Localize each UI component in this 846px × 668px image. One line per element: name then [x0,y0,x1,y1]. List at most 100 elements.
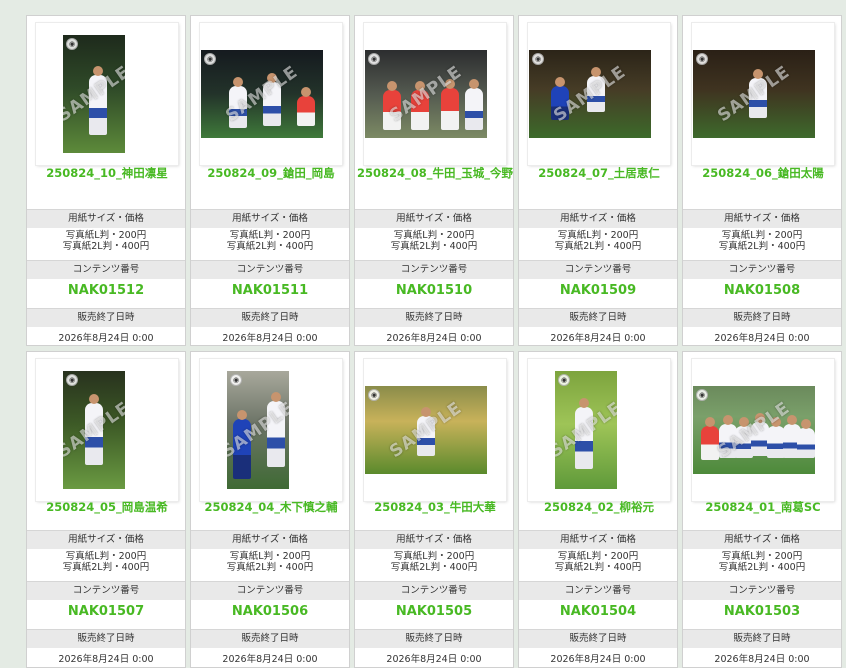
player-figure [465,79,483,130]
size-price-label: 用紙サイズ・価格 [519,530,677,549]
price-list: 写真紙L判・200円 写真紙2L判・400円 [355,230,513,252]
price-l: 写真紙L判・200円 [229,230,311,241]
price-2l: 写真紙2L判・400円 [718,562,806,573]
product-title[interactable]: 250824_06_鎗田太陽 [683,166,843,181]
product-thumbnail[interactable]: ◉ SAMPLE [692,23,834,165]
price-l: 写真紙L判・200円 [721,551,803,562]
content-number-label: コンテンツ番号 [519,581,677,600]
content-number-label: コンテンツ番号 [683,581,841,600]
content-number: NAK01505 [395,604,473,619]
product-title[interactable]: 250824_10_神田凛星 [27,166,187,181]
product-thumbnail[interactable]: ◉ SAMPLE [36,23,178,165]
product-thumbnail[interactable]: ◉ SAMPLE [528,23,670,165]
sales-end-datetime: 2026年8月24日 0:00 [714,333,810,344]
product-title[interactable]: 250824_05_岡島温希 [27,500,187,515]
price-list: 写真紙L判・200円 写真紙2L判・400円 [683,551,841,573]
product-thumbnail[interactable]: ◉ SAMPLE [364,359,506,501]
product-title[interactable]: 250824_04_木下慎之輔 [191,500,351,515]
price-2l: 写真紙2L判・400円 [390,562,478,573]
product-photo[interactable]: ◉ SAMPLE [63,371,125,489]
content-number: NAK01504 [559,604,637,619]
product-photo[interactable]: ◉ SAMPLE [365,386,487,474]
size-price-label: 用紙サイズ・価格 [27,209,185,228]
sales-end-datetime: 2026年8月24日 0:00 [714,654,810,665]
size-price-label: 用紙サイズ・価格 [355,209,513,228]
price-l: 写真紙L判・200円 [557,230,639,241]
size-price-label: 用紙サイズ・価格 [191,530,349,549]
product-photo[interactable]: ◉ SAMPLE [529,50,651,138]
product-card[interactable]: ◉ SAMPLE 250824_03_牛田大華 用紙サイズ・価格 写真紙L判・200円写… [354,351,514,668]
price-list: 写真紙L判・200円 写真紙2L判・400円 [191,230,349,252]
product-thumbnail[interactable]: ◉ SAMPLE [364,23,506,165]
sales-end-label: 販売終了日時 [683,629,841,648]
team-logo-icon: ◉ [230,374,242,386]
sales-end-label: 販売終了日時 [519,308,677,327]
product-card[interactable]: ◉ SAMPLE 250824_01_南葛SC 用紙サイズ・価格 写真紙L判・200円写… [682,351,842,668]
team-logo-icon: ◉ [66,374,78,386]
sales-end-label: 販売終了日時 [355,308,513,327]
product-photo[interactable]: ◉ SAMPLE [227,371,289,489]
content-number: NAK01507 [67,604,145,619]
price-list: 写真紙L判・200円 写真紙2L判・400円 [519,551,677,573]
product-card[interactable]: ◉ SAMPLE 250824_06_鎗田太陽 用紙サイズ・価格 写真紙L判・200円写… [682,15,842,346]
sales-end-datetime: 2026年8月24日 0:00 [222,654,318,665]
price-l: 写真紙L判・200円 [65,551,147,562]
product-photo[interactable]: ◉ SAMPLE [693,50,815,138]
product-card[interactable]: ◉ SAMPLE 250824_10_神田凛星 用紙サイズ・価格 写真紙L判・200円写… [26,15,186,346]
product-photo[interactable]: ◉ SAMPLE [365,50,487,138]
price-list: 写真紙L判・200円 写真紙2L判・400円 [355,551,513,573]
player-figure [797,419,815,458]
product-thumbnail[interactable]: ◉ SAMPLE [200,23,342,165]
size-price-label: 用紙サイズ・価格 [519,209,677,228]
sales-end-datetime: 2026年8月24日 0:00 [550,333,646,344]
content-number: NAK01506 [231,604,309,619]
sales-end-label: 販売終了日時 [27,308,185,327]
product-photo[interactable]: ◉ SAMPLE [693,386,815,474]
product-grid: ◉ SAMPLE 250824_10_神田凛星 用紙サイズ・価格 写真紙L判・200円写… [0,0,846,668]
product-title[interactable]: 250824_08_牛田_玉城_今野 [355,166,515,181]
product-title[interactable]: 250824_03_牛田大華 [355,500,515,515]
content-number-label: コンテンツ番号 [27,260,185,279]
price-2l: 写真紙2L判・400円 [554,241,642,252]
product-thumbnail[interactable]: ◉ SAMPLE [528,359,670,501]
team-logo-icon: ◉ [66,38,78,50]
price-list: 写真紙L判・200円 写真紙2L判・400円 [683,230,841,252]
product-card[interactable]: ◉ SAMPLE 250824_04_木下慎之輔 用紙サイズ・価格 写真紙L判・200円… [190,351,350,668]
product-thumbnail[interactable]: ◉ SAMPLE [692,359,834,501]
product-card[interactable]: ◉ SAMPLE 250824_07_土居恵仁用紙サイズ・価格写真紙L判・200円写… [518,15,678,346]
content-number: NAK01503 [723,604,801,619]
price-2l: 写真紙2L判・400円 [62,241,150,252]
sales-end-datetime: 2026年8月24日 0:00 [58,654,154,665]
product-card[interactable]: ◉ SAMPLE 250824_05_岡島温希 用紙サイズ・価格 写真紙L判・200円写… [26,351,186,668]
team-logo-icon: ◉ [696,389,708,401]
product-card[interactable]: ◉ SAMPLE 250824_09_鎗田_岡島 用紙サイズ・価格 写真紙L判・200円… [190,15,350,346]
product-thumbnail[interactable]: ◉ SAMPLE [36,359,178,501]
player-figure [297,87,315,126]
team-logo-icon: ◉ [368,53,380,65]
price-2l: 写真紙2L判・400円 [718,241,806,252]
team-logo-icon: ◉ [558,374,570,386]
size-price-label: 用紙サイズ・価格 [683,209,841,228]
price-l: 写真紙L判・200円 [721,230,803,241]
price-l: 写真紙L判・200円 [393,551,475,562]
product-photo[interactable]: ◉ SAMPLE [201,50,323,138]
product-thumbnail[interactable]: ◉ SAMPLE [200,359,342,501]
team-logo-icon: ◉ [204,53,216,65]
sales-end-label: 販売終了日時 [191,629,349,648]
price-2l: 写真紙2L判・400円 [390,241,478,252]
product-photo[interactable]: ◉ SAMPLE [63,35,125,153]
content-number-label: コンテンツ番号 [191,581,349,600]
price-2l: 写真紙2L判・400円 [554,562,642,573]
product-card[interactable]: ◉ SAMPLE 250824_02_柳裕元用紙サイズ・価格 写真紙L判・200円 写真… [518,351,678,668]
price-2l: 写真紙2L判・400円 [62,562,150,573]
price-l: 写真紙L判・200円 [393,230,475,241]
product-photo[interactable]: ◉ SAMPLE [555,371,617,489]
sales-end-label: 販売終了日時 [191,308,349,327]
content-number: NAK01509 [559,283,637,298]
product-title[interactable]: 250824_01_南葛SC [683,500,843,515]
product-card[interactable]: ◉ SAMPLE 250824_08_牛田_玉城_今野 用紙サイズ・価格 写真紙L判・2… [354,15,514,346]
product-title[interactable]: 250824_09_鎗田_岡島 [191,166,351,181]
product-title[interactable]: 250824_07_土居恵仁 [519,166,679,181]
player-figure [441,79,459,130]
product-title[interactable]: 250824_02_柳裕元 [519,500,679,515]
